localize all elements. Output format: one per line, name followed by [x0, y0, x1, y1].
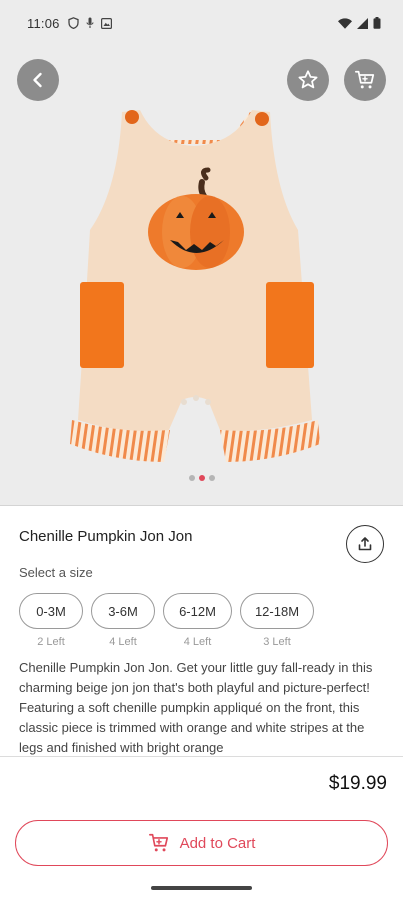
status-system-icons: [338, 17, 381, 29]
add-to-cart-label: Add to Cart: [179, 834, 256, 852]
home-indicator[interactable]: [151, 886, 252, 890]
product-gallery[interactable]: 11:06: [0, 0, 403, 506]
product-price: $19.99: [328, 773, 387, 794]
status-time: 11:06: [27, 15, 60, 31]
size-option: 0-3M 2 Left: [19, 593, 83, 648]
size-stock-label: 4 Left: [183, 636, 212, 648]
product-description: Chenille Pumpkin Jon Jon. Get your littl…: [19, 660, 373, 755]
battery-icon: [373, 17, 381, 29]
size-option: 3-6M 4 Left: [91, 593, 155, 648]
size-selector: 0-3M 2 Left 3-6M 4 Left 6-12M 4 Left 12-…: [19, 593, 314, 648]
size-stock-label: 2 Left: [37, 636, 65, 648]
add-to-cart-button[interactable]: Add to Cart: [15, 820, 388, 866]
wifi-icon: [338, 17, 352, 29]
cart-icon: [354, 70, 375, 89]
signal-icon: [357, 17, 368, 29]
image-notification-icon: [100, 17, 112, 29]
shield-icon: [67, 17, 79, 29]
product-image: [70, 110, 320, 462]
star-icon: [298, 70, 318, 89]
favorite-button[interactable]: [287, 59, 329, 101]
status-bar: 11:06: [0, 0, 403, 46]
size-option: 12-18M 3 Left: [240, 593, 314, 648]
share-button[interactable]: [346, 525, 384, 563]
cart-icon: [148, 833, 168, 852]
size-label: Select a size: [19, 565, 93, 580]
image-pager[interactable]: [0, 475, 403, 481]
size-chip-3-6m[interactable]: 3-6M: [91, 593, 155, 629]
cart-button[interactable]: [344, 59, 386, 101]
pager-dot[interactable]: [208, 475, 215, 481]
product-title: Chenille Pumpkin Jon Jon: [19, 528, 193, 545]
divider: [0, 756, 403, 757]
size-stock-label: 3 Left: [263, 636, 291, 648]
size-stock-label: 4 Left: [109, 636, 137, 648]
pager-dot-active[interactable]: [198, 475, 205, 481]
size-option: 6-12M 4 Left: [163, 593, 232, 648]
size-chip-12-18m[interactable]: 12-18M: [240, 593, 314, 629]
share-icon: [358, 537, 372, 551]
mic-icon: [86, 17, 94, 28]
size-chip-6-12m[interactable]: 6-12M: [163, 593, 232, 629]
pager-dot[interactable]: [188, 475, 195, 481]
back-arrow-icon: [33, 72, 42, 88]
back-button[interactable]: [17, 59, 59, 101]
status-notification-icons: [67, 17, 112, 29]
size-chip-0-3m[interactable]: 0-3M: [19, 593, 83, 629]
